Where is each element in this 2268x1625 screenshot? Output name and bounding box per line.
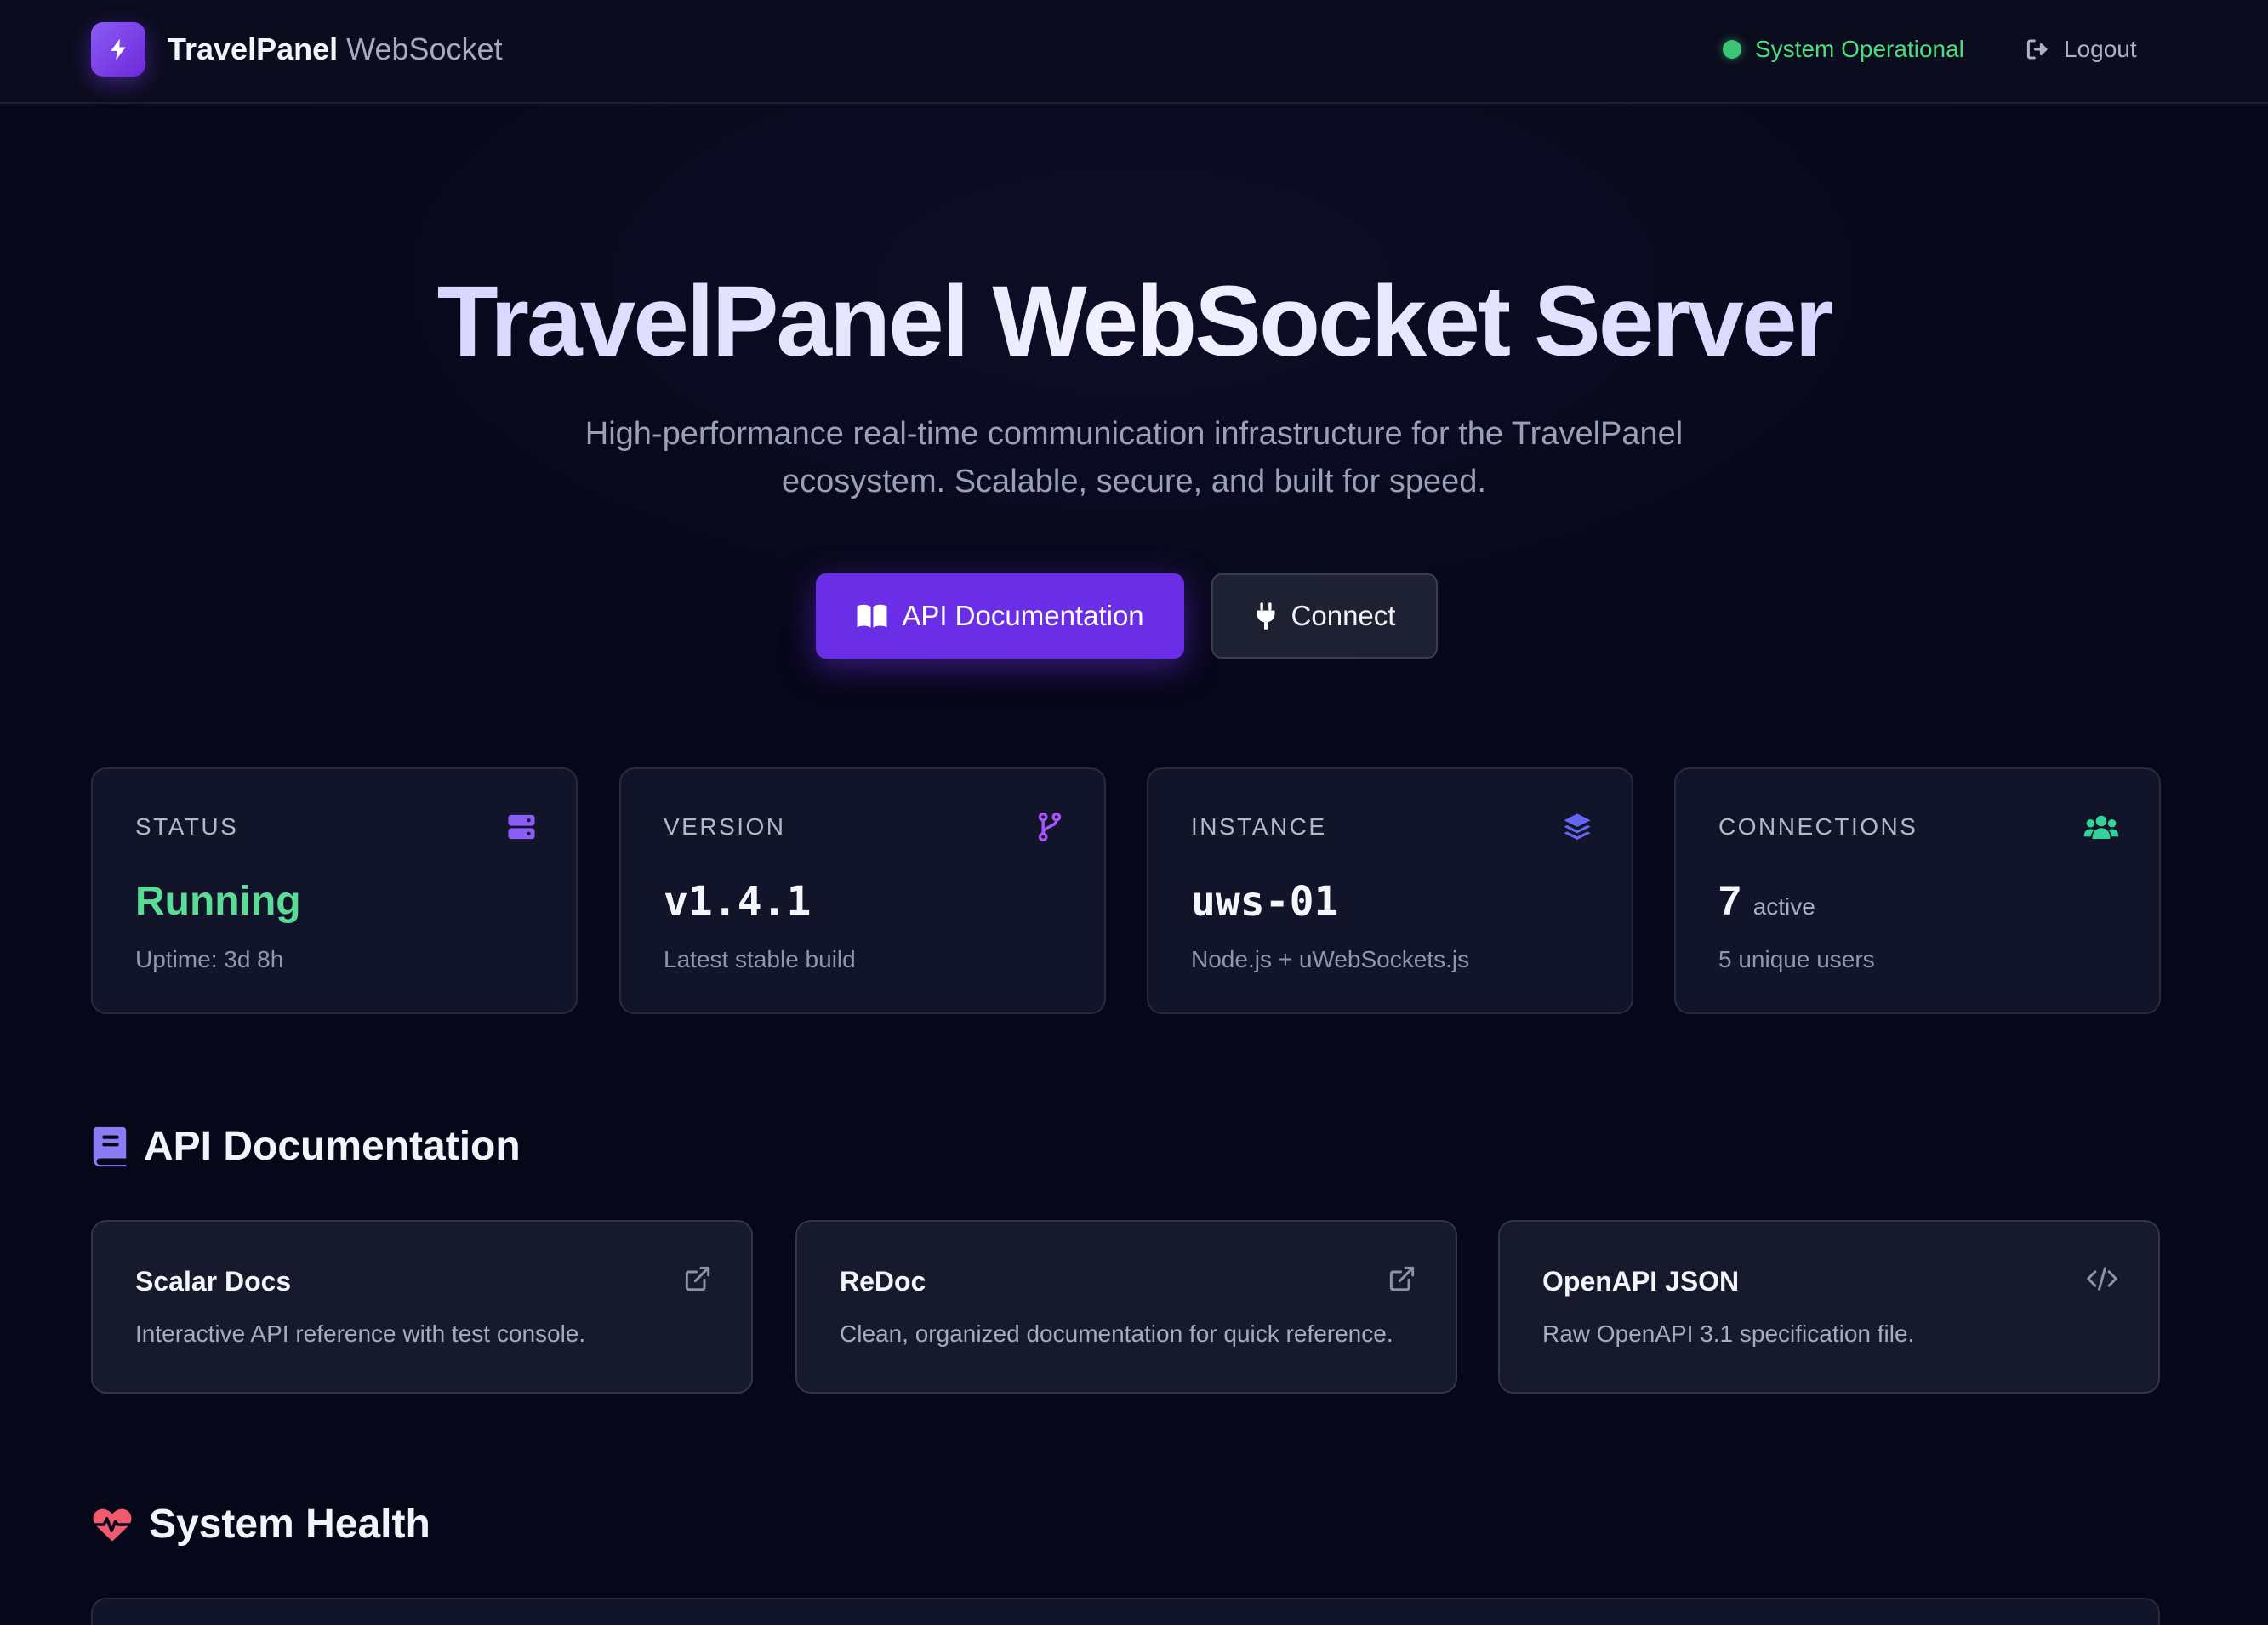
- system-health-panel: [91, 1598, 2160, 1625]
- instance-card: INSTANCE uws-01 Node.js + uWebSockets.js: [1147, 767, 1633, 1014]
- stat-label: STATUS: [135, 813, 239, 840]
- sign-out-icon: [2026, 39, 2048, 60]
- lightning-icon: [111, 38, 126, 60]
- brand-name: TravelPanel WebSocket: [168, 29, 503, 70]
- section-title: API Documentation: [144, 1124, 521, 1169]
- system-status-text: System Operational: [1755, 36, 1964, 62]
- doc-title: Scalar Docs: [135, 1266, 292, 1297]
- users-icon: [2083, 812, 2120, 842]
- connections-card: CONNECTIONS 7 active 5 unique users: [1674, 767, 2161, 1014]
- book-icon: [93, 1126, 127, 1166]
- server-icon: [506, 812, 537, 842]
- git-branch-icon: [1034, 812, 1065, 842]
- stat-subtext: 5 unique users: [1718, 946, 1875, 972]
- stat-value: v1.4.1: [664, 878, 812, 926]
- api-documentation-heading: API Documentation: [91, 1123, 521, 1170]
- scalar-docs-card[interactable]: Scalar Docs Interactive API reference wi…: [91, 1220, 753, 1394]
- version-card: VERSION v1.4.1 Latest stable build: [619, 767, 1106, 1014]
- brand-sub: WebSocket: [346, 31, 503, 66]
- stat-subtext: Uptime: 3d 8h: [135, 946, 284, 972]
- stat-label: CONNECTIONS: [1718, 813, 1918, 840]
- book-open-icon: [857, 604, 887, 628]
- doc-description: Clean, organized documentation for quick…: [840, 1320, 1393, 1347]
- status-dot-icon: [1723, 40, 1741, 59]
- logout-label: Logout: [2064, 36, 2137, 62]
- stat-label: INSTANCE: [1191, 813, 1327, 840]
- stat-label: VERSION: [664, 813, 786, 840]
- external-link-icon: [683, 1264, 712, 1293]
- layers-icon: [1562, 812, 1593, 842]
- heartbeat-icon: [92, 1508, 133, 1542]
- stat-value: uws-01: [1191, 878, 1339, 926]
- doc-description: Raw OpenAPI 3.1 specification file.: [1542, 1320, 1915, 1347]
- status-card: STATUS Running Uptime: 3d 8h: [91, 767, 578, 1014]
- connections-suffix: active: [1752, 893, 1815, 920]
- stat-subtext: Latest stable build: [664, 946, 856, 972]
- doc-title: ReDoc: [840, 1266, 926, 1297]
- api-documentation-label: API Documentation: [902, 600, 1144, 631]
- page-subtitle: High-performance real-time communication…: [584, 416, 1684, 499]
- openapi-json-card[interactable]: OpenAPI JSON Raw OpenAPI 3.1 specificati…: [1498, 1220, 2160, 1394]
- api-documentation-button[interactable]: API Documentation: [816, 573, 1184, 659]
- connections-count: 7: [1718, 879, 1741, 924]
- code-icon: [2085, 1264, 2119, 1293]
- section-title: System Health: [149, 1502, 430, 1547]
- stat-subtext: Node.js + uWebSockets.js: [1191, 946, 1470, 972]
- page-title: TravelPanel WebSocket Server: [0, 264, 2268, 379]
- brand-main: TravelPanel: [168, 31, 339, 66]
- connect-label: Connect: [1291, 600, 1396, 631]
- top-navigation-bar: TravelPanel WebSocket System Operational…: [0, 0, 2268, 104]
- plug-icon: [1257, 602, 1274, 630]
- external-link-icon: [1388, 1264, 1416, 1293]
- system-status-indicator: System Operational: [1723, 32, 1964, 66]
- stat-value: 7 active: [1718, 875, 1815, 934]
- logo[interactable]: [91, 22, 145, 77]
- page: TravelPanel WebSocket System Operational…: [0, 0, 2268, 1625]
- system-health-heading: System Health: [91, 1501, 430, 1548]
- doc-description: Interactive API reference with test cons…: [135, 1320, 586, 1347]
- logout-button[interactable]: Logout: [2025, 32, 2137, 66]
- connect-button[interactable]: Connect: [1211, 573, 1438, 659]
- stat-value: Running: [135, 879, 301, 924]
- doc-title: OpenAPI JSON: [1542, 1266, 1740, 1297]
- redoc-card[interactable]: ReDoc Clean, organized documentation for…: [795, 1220, 1457, 1394]
